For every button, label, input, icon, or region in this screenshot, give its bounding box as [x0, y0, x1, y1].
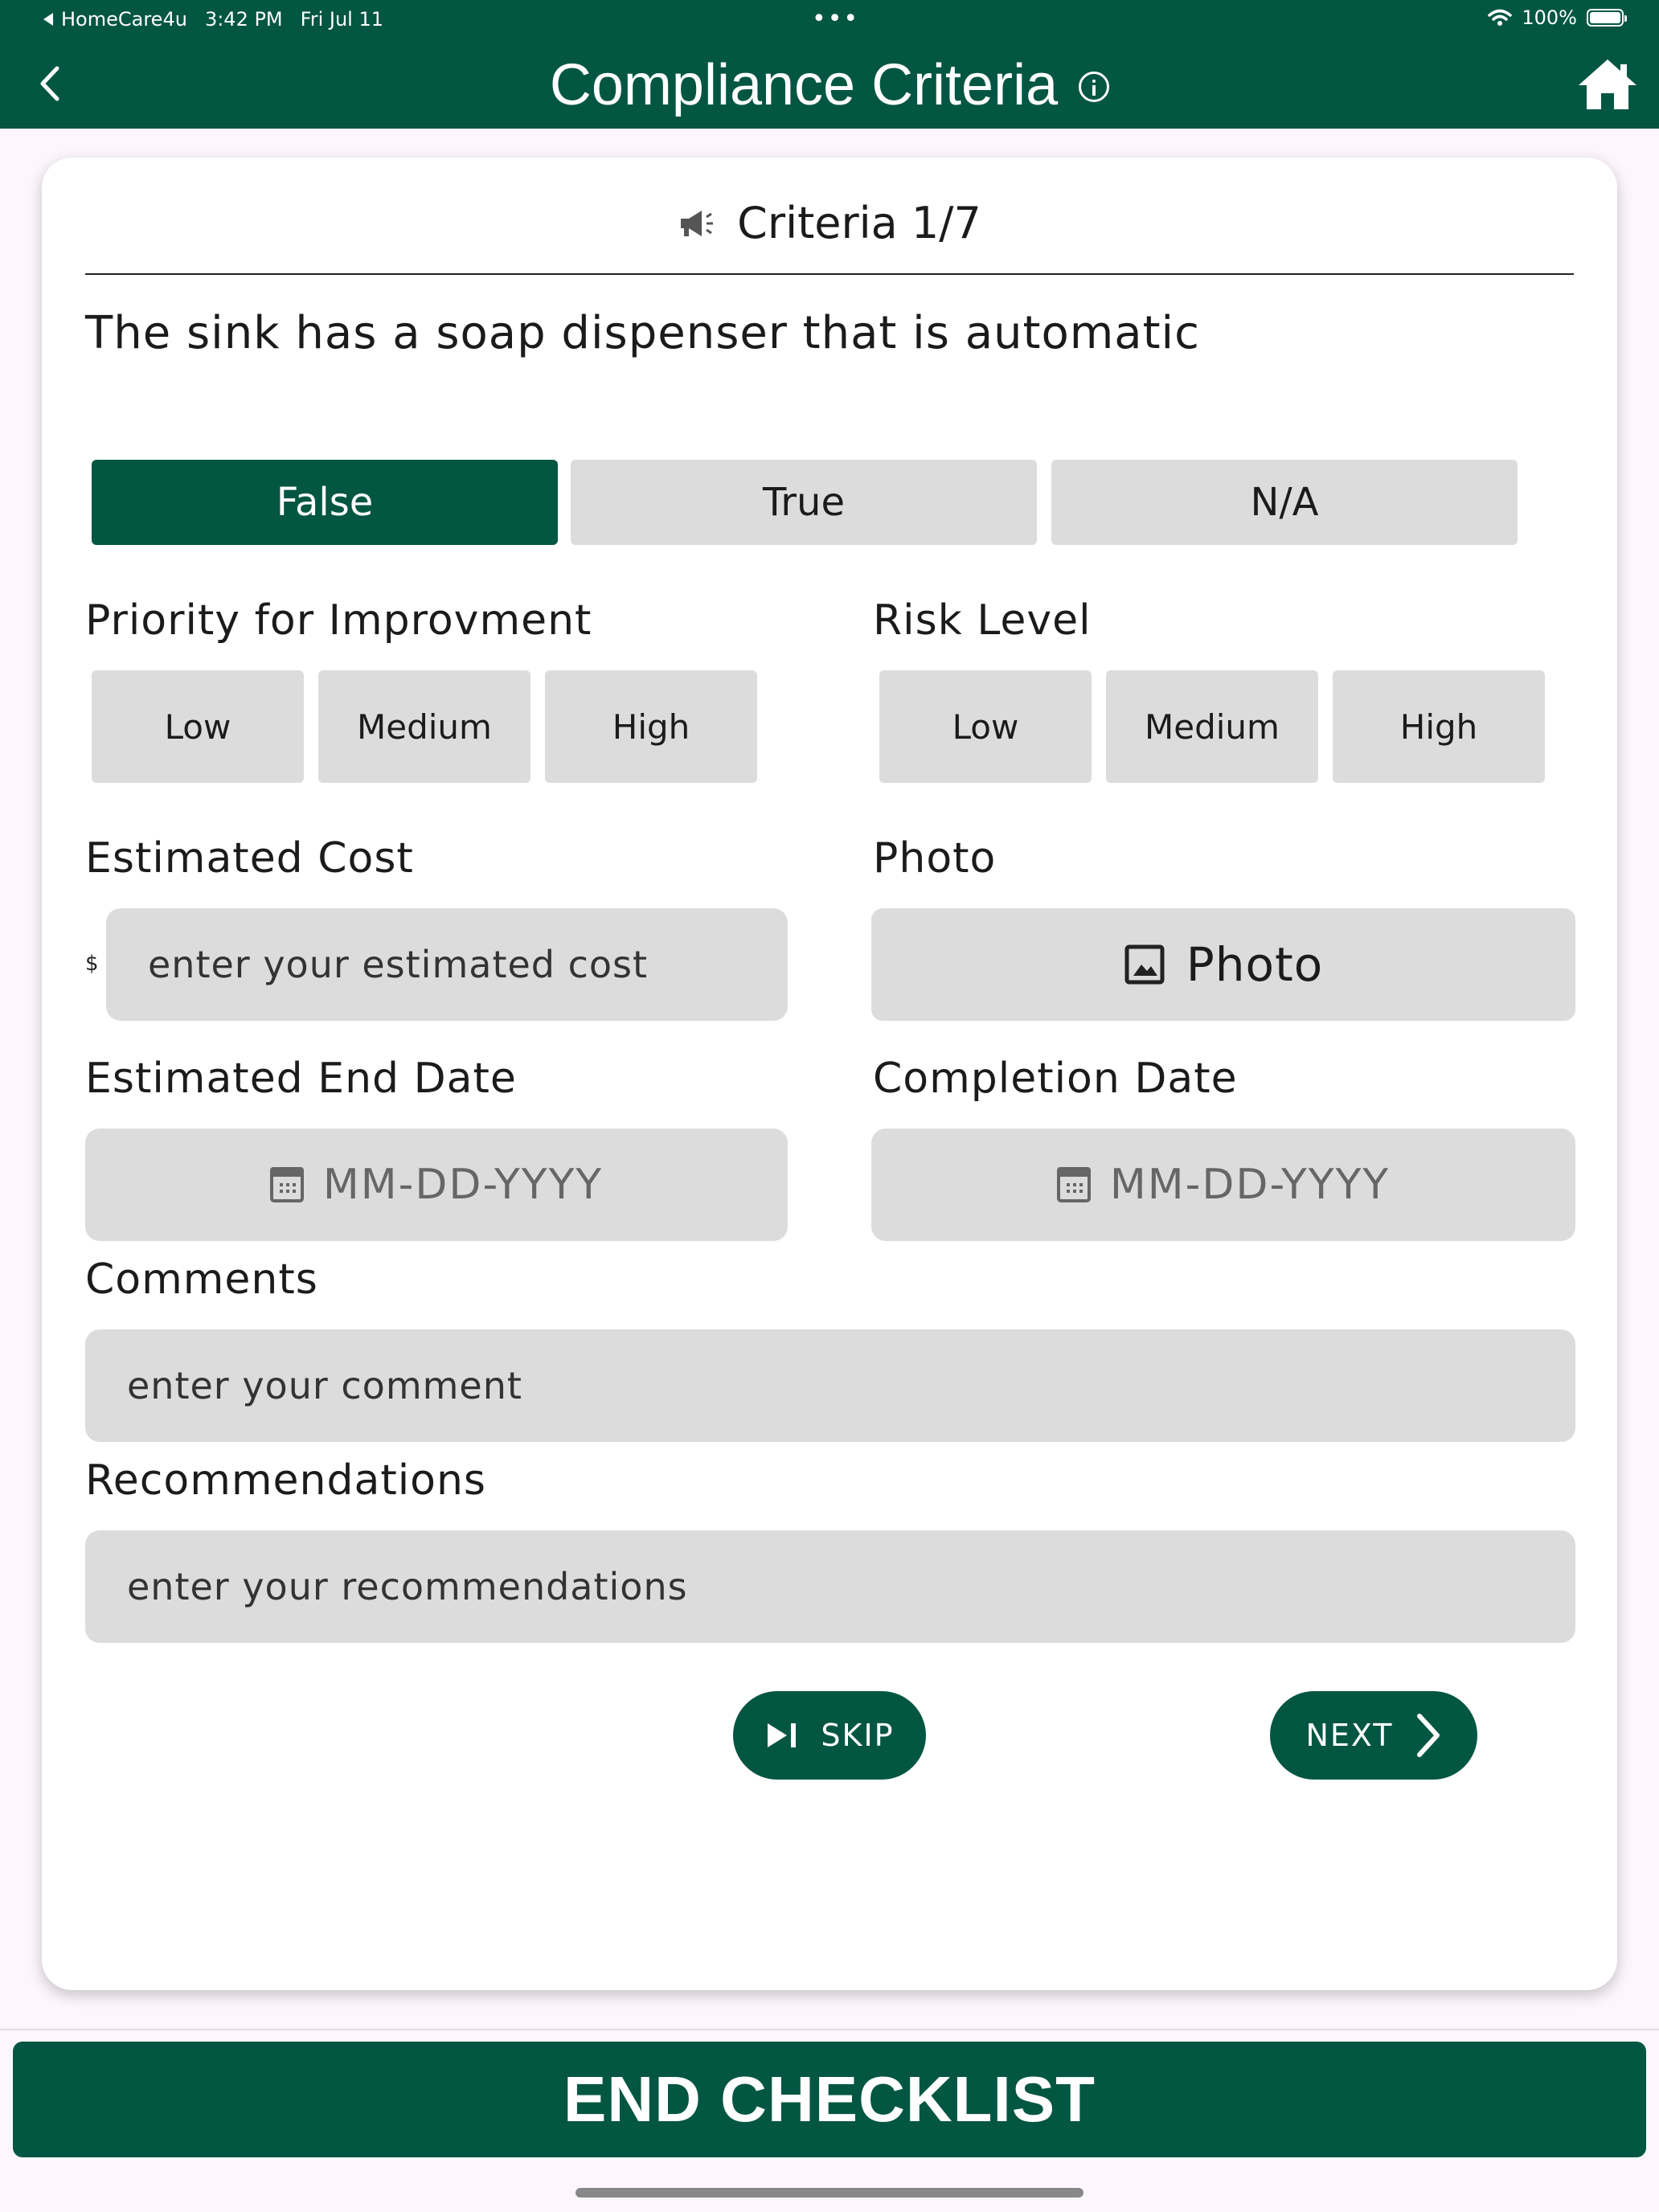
image-icon: [1124, 944, 1165, 985]
answer-true-label: True: [763, 480, 845, 525]
priority-medium-button[interactable]: Medium: [318, 670, 530, 783]
risk-high-label: High: [1399, 707, 1478, 747]
estimated-end-date-field[interactable]: MM-DD-YYYY: [85, 1129, 788, 1241]
currency-symbol: $: [85, 952, 99, 976]
completion-date-placeholder: MM-DD-YYYY: [1109, 1161, 1391, 1209]
priority-low-button[interactable]: Low: [92, 670, 304, 783]
answer-false-label: False: [276, 480, 374, 525]
wifi-icon: [1488, 9, 1513, 26]
priority-low-label: Low: [164, 707, 231, 747]
photo-button[interactable]: Photo: [871, 908, 1575, 1021]
battery-percent: 100%: [1522, 6, 1577, 29]
comments-label: Comments: [85, 1256, 318, 1304]
home-button[interactable]: [1577, 58, 1638, 111]
next-label: NEXT: [1305, 1718, 1394, 1753]
estimated-cost-label: Estimated Cost: [85, 834, 414, 883]
comments-input[interactable]: enter your comment: [85, 1329, 1575, 1442]
criteria-question: The sink has a soap dispenser that is au…: [85, 307, 1200, 359]
answer-true-button[interactable]: True: [571, 460, 1037, 545]
megaphone-icon[interactable]: [678, 207, 715, 240]
page-title: Compliance Criteria: [549, 53, 1059, 117]
divider: [0, 2029, 1659, 2030]
back-to-app-icon[interactable]: [42, 12, 55, 27]
skip-label: SKIP: [821, 1718, 895, 1753]
completion-date-field[interactable]: MM-DD-YYYY: [871, 1129, 1575, 1241]
status-date: Fri Jul 11: [300, 8, 383, 31]
risk-low-label: Low: [952, 707, 1019, 747]
home-icon: [1579, 59, 1636, 109]
chevron-right-icon: [1416, 1714, 1440, 1757]
photo-label: Photo: [873, 834, 997, 883]
end-checklist-button[interactable]: END CHECKLIST: [13, 2042, 1646, 2157]
risk-medium-label: Medium: [1145, 707, 1280, 747]
skip-button[interactable]: SKIP: [733, 1691, 926, 1780]
status-bar: HomeCare4u 3:42 PM Fri Jul 11 ••• 100%: [0, 0, 1659, 39]
risk-label: Risk Level: [873, 596, 1092, 645]
estimated-cost-placeholder: enter your estimated cost: [148, 943, 649, 986]
priority-high-button[interactable]: High: [545, 670, 757, 783]
priority-high-label: High: [612, 707, 690, 747]
completion-date-label: Completion Date: [873, 1055, 1238, 1103]
calendar-icon: [269, 1167, 304, 1202]
next-button[interactable]: NEXT: [1270, 1691, 1477, 1780]
estimated-end-date-placeholder: MM-DD-YYYY: [322, 1161, 604, 1209]
multitasking-dots-icon[interactable]: •••: [812, 5, 859, 33]
risk-high-button[interactable]: High: [1333, 670, 1545, 783]
title-bar: Compliance Criteria: [0, 42, 1659, 129]
criteria-card: Criteria 1/7 The sink has a soap dispens…: [42, 158, 1617, 1990]
recommendations-label: Recommendations: [85, 1456, 487, 1505]
divider: [85, 273, 1574, 275]
skip-next-icon: [768, 1723, 797, 1747]
info-icon[interactable]: [1079, 72, 1110, 102]
criteria-counter: Criteria 1/7: [737, 198, 981, 248]
battery-icon: [1587, 9, 1627, 27]
end-checklist-label: END CHECKLIST: [563, 2063, 1096, 2135]
criteria-header: Criteria 1/7: [42, 198, 1617, 248]
estimated-end-date-label: Estimated End Date: [85, 1055, 517, 1103]
answer-na-label: N/A: [1250, 480, 1319, 525]
recommendations-placeholder: enter your recommendations: [127, 1565, 688, 1608]
home-indicator[interactable]: [576, 2188, 1083, 2198]
priority-label: Priority for Improvment: [85, 596, 592, 645]
risk-low-button[interactable]: Low: [879, 670, 1092, 783]
risk-medium-button[interactable]: Medium: [1106, 670, 1318, 783]
photo-button-label: Photo: [1186, 937, 1324, 992]
priority-medium-label: Medium: [357, 707, 492, 747]
calendar-icon: [1056, 1167, 1091, 1202]
status-time: 3:42 PM: [204, 8, 283, 31]
estimated-cost-input[interactable]: enter your estimated cost: [106, 908, 788, 1021]
recommendations-input[interactable]: enter your recommendations: [85, 1530, 1575, 1643]
answer-na-button[interactable]: N/A: [1051, 460, 1518, 545]
back-app-name[interactable]: HomeCare4u: [61, 8, 187, 31]
answer-false-button[interactable]: False: [92, 460, 558, 545]
comments-placeholder: enter your comment: [127, 1364, 522, 1407]
